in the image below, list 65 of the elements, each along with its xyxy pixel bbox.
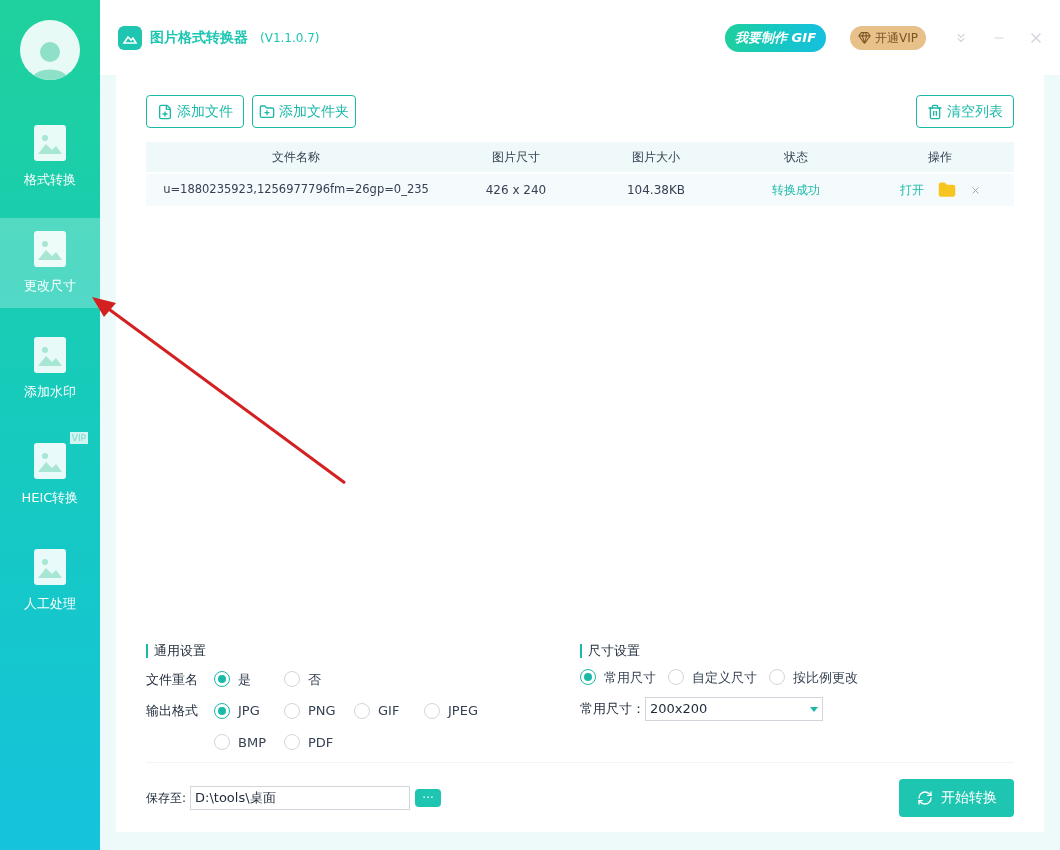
sidebar-label: 格式转换 bbox=[24, 171, 76, 190]
vip-badge: VIP bbox=[69, 432, 88, 444]
sidebar-item[interactable]: 格式转换 bbox=[0, 112, 100, 202]
radio-label: PDF bbox=[308, 733, 334, 752]
picture-icon bbox=[33, 124, 67, 163]
file-plus-icon bbox=[157, 103, 173, 120]
clear-list-button[interactable]: 清空列表 bbox=[916, 95, 1014, 128]
diamond-icon bbox=[858, 31, 871, 44]
table-cell-text: 426 x 240 bbox=[484, 182, 548, 199]
radio-label: PNG bbox=[308, 702, 336, 720]
sidebar-label: HEIC转换 bbox=[21, 489, 79, 508]
start-convert-button[interactable]: 开始转换 bbox=[899, 778, 1014, 817]
status-text: 转换成功 bbox=[771, 182, 821, 199]
refresh-icon bbox=[916, 789, 933, 806]
browse-button[interactable]: ··· bbox=[415, 788, 442, 807]
remove-icon[interactable] bbox=[969, 184, 981, 196]
sidebar-label: 添加水印 bbox=[24, 383, 76, 402]
folder-plus-icon bbox=[259, 103, 275, 120]
section-title: 尺寸设置 bbox=[580, 643, 858, 658]
trash-icon bbox=[927, 103, 943, 120]
app-logo-icon bbox=[118, 25, 142, 50]
column-header: 图片尺寸 bbox=[491, 149, 541, 166]
picture-icon bbox=[33, 442, 67, 481]
sidebar-item[interactable]: 更改尺寸 bbox=[0, 218, 100, 308]
picture-icon bbox=[33, 336, 67, 375]
folder-icon[interactable] bbox=[937, 181, 956, 199]
add-folder-button[interactable]: 添加文件夹 bbox=[252, 95, 356, 128]
sidebar-item[interactable]: 添加水印 bbox=[0, 324, 100, 414]
column-header: 图片大小 bbox=[631, 149, 681, 166]
section-title: 通用设置 bbox=[146, 643, 580, 658]
radio-label: 否 bbox=[308, 670, 321, 689]
table-cell-text: 104.38KB bbox=[625, 182, 687, 199]
app-version: (V1.1.0.7) bbox=[260, 29, 320, 47]
radio-label: 自定义尺寸 bbox=[692, 668, 757, 687]
picture-icon bbox=[33, 230, 67, 269]
radio-label: BMP bbox=[238, 733, 266, 752]
sidebar-label: 更改尺寸 bbox=[24, 277, 76, 296]
radio-label: 按比例更改 bbox=[793, 668, 858, 687]
radio-label: GIF bbox=[378, 702, 400, 720]
column-header: 文件名称 bbox=[271, 149, 321, 166]
save-path-field[interactable]: D:\tools\桌面 bbox=[190, 785, 411, 810]
column-header: 状态 bbox=[783, 149, 809, 166]
table-cell-text: u=1880235923,1256977796fm=26gp=0_235 bbox=[162, 181, 430, 199]
app-title: 图片格式转换器 bbox=[150, 28, 248, 47]
field-label: 常用尺寸： bbox=[580, 700, 645, 719]
size-dropdown[interactable]: 200x200 bbox=[645, 697, 823, 721]
picture-icon bbox=[33, 548, 67, 587]
sidebar-label: 人工处理 bbox=[24, 595, 76, 614]
column-header: 操作 bbox=[927, 149, 953, 166]
add-file-button[interactable]: 添加文件 bbox=[146, 95, 244, 128]
save-label: 保存至: bbox=[146, 789, 187, 807]
vip-button[interactable]: 开通VIP bbox=[850, 25, 926, 50]
field-label: 输出格式 bbox=[146, 702, 199, 720]
open-link[interactable]: 打开 bbox=[899, 181, 924, 199]
radio-label: JPG bbox=[238, 702, 260, 720]
caret-icon bbox=[810, 706, 818, 712]
field-label: 文件重名 bbox=[146, 670, 199, 689]
radio-label: 是 bbox=[238, 670, 251, 689]
make-gif-button[interactable]: 我要制作 GIF bbox=[725, 23, 826, 52]
table-row[interactable]: u=1880235923,1256977796fm=26gp=0_235 426 x 240 104.38KB 转换成功 打开 bbox=[146, 174, 1014, 206]
avatar bbox=[20, 20, 80, 80]
sidebar-item[interactable]: VIP HEIC转换 bbox=[0, 430, 100, 520]
radio-label: 常用尺寸 bbox=[604, 668, 656, 687]
radio-label: JPEG bbox=[448, 702, 478, 720]
sidebar-item[interactable]: 人工处理 bbox=[0, 536, 100, 626]
